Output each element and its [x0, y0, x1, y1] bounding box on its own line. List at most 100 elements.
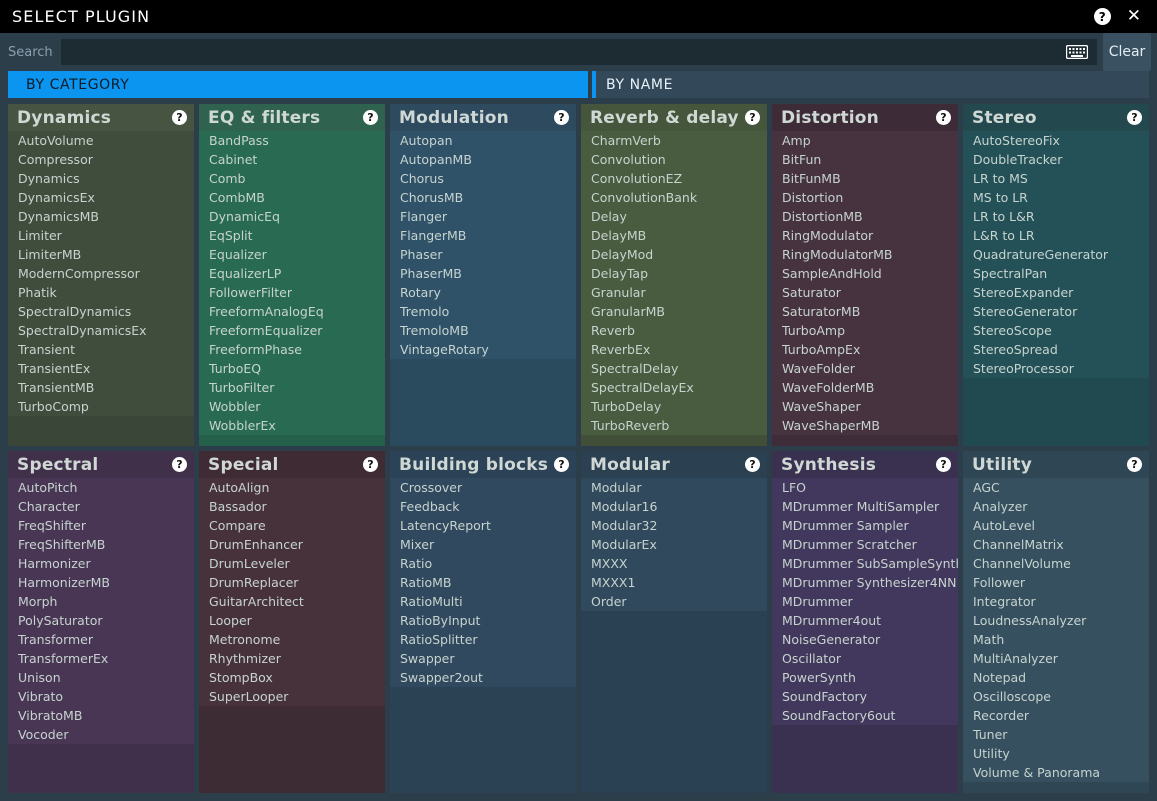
plugin-list-item[interactable]: TurboAmpEx	[772, 340, 958, 359]
plugin-list-item[interactable]: WaveShaper	[772, 397, 958, 416]
plugin-list-item[interactable]: Wobbler	[199, 397, 385, 416]
plugin-list-item[interactable]: FreqShifterMB	[8, 535, 194, 554]
tab-by-name[interactable]: BY NAME	[592, 71, 1149, 98]
plugin-list-item[interactable]: Vibrato	[8, 687, 194, 706]
plugin-list-item[interactable]: SpectralDynamics	[8, 302, 194, 321]
plugin-list-item[interactable]: AutoPitch	[8, 478, 194, 497]
plugin-list-item[interactable]: NoiseGenerator	[772, 630, 958, 649]
plugin-list-item[interactable]: Notepad	[963, 668, 1149, 687]
plugin-list-item[interactable]: GranularMB	[581, 302, 767, 321]
plugin-list-item[interactable]: FreqShifter	[8, 516, 194, 535]
category-help-icon[interactable]: ?	[936, 457, 951, 472]
plugin-list-item[interactable]: DelayMB	[581, 226, 767, 245]
plugin-list-item[interactable]: Oscillator	[772, 649, 958, 668]
plugin-list-item[interactable]: Bassador	[199, 497, 385, 516]
plugin-list-item[interactable]: MXXX1	[581, 573, 767, 592]
plugin-list-item[interactable]: Limiter	[8, 226, 194, 245]
plugin-list-item[interactable]: RingModulatorMB	[772, 245, 958, 264]
plugin-list-item[interactable]: Tremolo	[390, 302, 576, 321]
search-input[interactable]	[60, 39, 1097, 65]
plugin-list-item[interactable]: Ratio	[390, 554, 576, 573]
plugin-list-item[interactable]: ModernCompressor	[8, 264, 194, 283]
plugin-list-item[interactable]: Follower	[963, 573, 1149, 592]
plugin-list-item[interactable]: Reverb	[581, 321, 767, 340]
plugin-list-item[interactable]: PowerSynth	[772, 668, 958, 687]
plugin-list-item[interactable]: StereoSpread	[963, 340, 1149, 359]
plugin-list-item[interactable]: Recorder	[963, 706, 1149, 725]
plugin-list-item[interactable]: StompBox	[199, 668, 385, 687]
plugin-list-item[interactable]: TurboComp	[8, 397, 194, 416]
plugin-list-item[interactable]: QuadratureGenerator	[963, 245, 1149, 264]
plugin-list-item[interactable]: FreeformAnalogEq	[199, 302, 385, 321]
plugin-list-item[interactable]: ConvolutionBank	[581, 188, 767, 207]
plugin-list-item[interactable]: SampleAndHold	[772, 264, 958, 283]
category-help-icon[interactable]: ?	[745, 457, 760, 472]
plugin-list-item[interactable]: Transient	[8, 340, 194, 359]
plugin-list-item[interactable]: Transformer	[8, 630, 194, 649]
plugin-list-item[interactable]: StereoProcessor	[963, 359, 1149, 378]
plugin-list-item[interactable]: ChorusMB	[390, 188, 576, 207]
plugin-list-item[interactable]: MDrummer Synthesizer4NN	[772, 573, 958, 592]
help-icon[interactable]: ?	[1093, 8, 1111, 25]
plugin-list-item[interactable]: MultiAnalyzer	[963, 649, 1149, 668]
plugin-list-item[interactable]: AutoLevel	[963, 516, 1149, 535]
plugin-list-item[interactable]: Equalizer	[199, 245, 385, 264]
plugin-list-item[interactable]: ChannelMatrix	[963, 535, 1149, 554]
plugin-list-item[interactable]: Order	[581, 592, 767, 611]
plugin-list-item[interactable]: Delay	[581, 207, 767, 226]
plugin-list-item[interactable]: Harmonizer	[8, 554, 194, 573]
plugin-list-item[interactable]: EqSplit	[199, 226, 385, 245]
plugin-list-item[interactable]: Compressor	[8, 150, 194, 169]
plugin-list-item[interactable]: CharmVerb	[581, 131, 767, 150]
plugin-list-item[interactable]: WaveShaperMB	[772, 416, 958, 435]
plugin-list-item[interactable]: ConvolutionEZ	[581, 169, 767, 188]
plugin-list-item[interactable]: LR to L&R	[963, 207, 1149, 226]
plugin-list-item[interactable]: AutoStereoFix	[963, 131, 1149, 150]
plugin-list-item[interactable]: Phatik	[8, 283, 194, 302]
plugin-list-item[interactable]: Character	[8, 497, 194, 516]
plugin-list-item[interactable]: Phaser	[390, 245, 576, 264]
category-help-icon[interactable]: ?	[936, 110, 951, 125]
plugin-list-item[interactable]: RatioByInput	[390, 611, 576, 630]
plugin-list-item[interactable]: Modular	[581, 478, 767, 497]
plugin-list-item[interactable]: FreeformPhase	[199, 340, 385, 359]
plugin-list-item[interactable]: WaveFolder	[772, 359, 958, 378]
plugin-list-item[interactable]: DynamicsMB	[8, 207, 194, 226]
plugin-list-item[interactable]: TremoloMB	[390, 321, 576, 340]
plugin-list-item[interactable]: Granular	[581, 283, 767, 302]
plugin-list-item[interactable]: Distortion	[772, 188, 958, 207]
tab-by-category[interactable]: BY CATEGORY	[8, 71, 588, 98]
plugin-list-item[interactable]: FlangerMB	[390, 226, 576, 245]
plugin-list-item[interactable]: MDrummer	[772, 592, 958, 611]
plugin-list-item[interactable]: TurboEQ	[199, 359, 385, 378]
plugin-list-item[interactable]: GuitarArchitect	[199, 592, 385, 611]
plugin-list-item[interactable]: DelayMod	[581, 245, 767, 264]
plugin-list-item[interactable]: MDrummer4out	[772, 611, 958, 630]
plugin-list-item[interactable]: Convolution	[581, 150, 767, 169]
close-icon[interactable]: ✕	[1127, 8, 1141, 25]
plugin-list-item[interactable]: BitFunMB	[772, 169, 958, 188]
plugin-list-item[interactable]: Modular16	[581, 497, 767, 516]
plugin-list-item[interactable]: StereoExpander	[963, 283, 1149, 302]
keyboard-icon[interactable]	[1065, 44, 1089, 60]
plugin-list-item[interactable]: Cabinet	[199, 150, 385, 169]
plugin-list-item[interactable]: TurboDelay	[581, 397, 767, 416]
plugin-list-item[interactable]: MS to LR	[963, 188, 1149, 207]
plugin-list-item[interactable]: SpectralDynamicsEx	[8, 321, 194, 340]
plugin-list-item[interactable]: Rhythmizer	[199, 649, 385, 668]
plugin-list-item[interactable]: PhaserMB	[390, 264, 576, 283]
plugin-list-item[interactable]: Vocoder	[8, 725, 194, 744]
plugin-list-item[interactable]: TurboAmp	[772, 321, 958, 340]
plugin-list-item[interactable]: LFO	[772, 478, 958, 497]
plugin-list-item[interactable]: Swapper	[390, 649, 576, 668]
plugin-list-item[interactable]: EqualizerLP	[199, 264, 385, 283]
plugin-list-item[interactable]: DynamicEq	[199, 207, 385, 226]
plugin-list-item[interactable]: TurboFilter	[199, 378, 385, 397]
category-help-icon[interactable]: ?	[554, 110, 569, 125]
plugin-list-item[interactable]: Mixer	[390, 535, 576, 554]
plugin-list-item[interactable]: SpectralDelay	[581, 359, 767, 378]
plugin-list-item[interactable]: Oscilloscope	[963, 687, 1149, 706]
plugin-list-item[interactable]: StereoGenerator	[963, 302, 1149, 321]
plugin-list-item[interactable]: Crossover	[390, 478, 576, 497]
category-help-icon[interactable]: ?	[363, 457, 378, 472]
